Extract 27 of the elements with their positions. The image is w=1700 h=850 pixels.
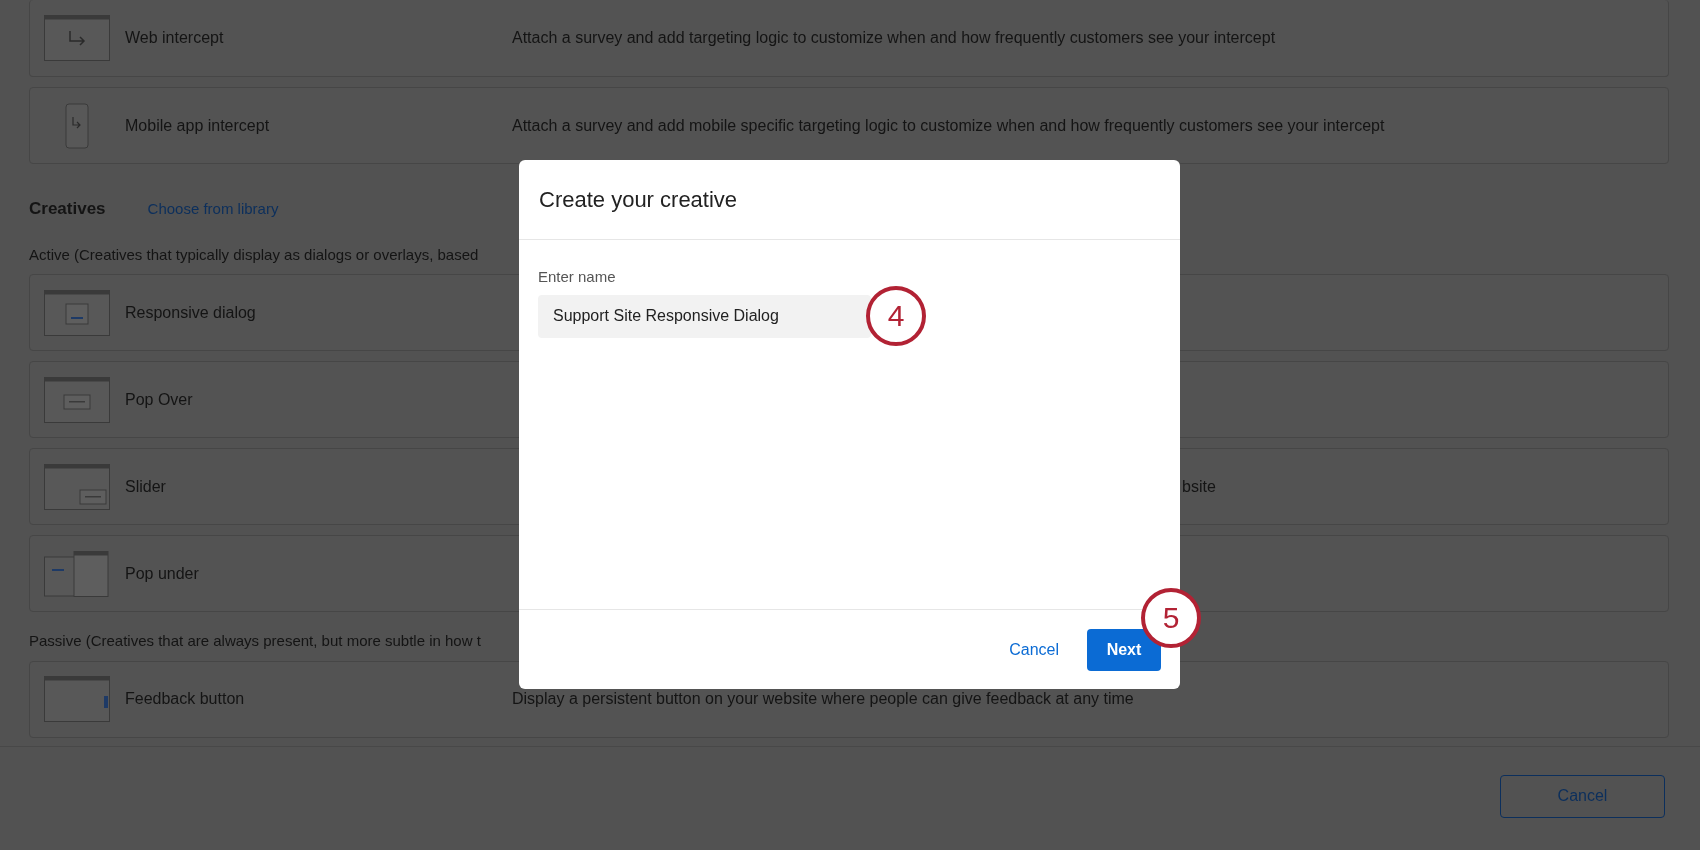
- option-card[interactable]: Mobile app intercept Attach a survey and add mobile specific targeting logic to customize when and how frequently customers see your intercept: [29, 87, 1669, 164]
- dialog-window-icon: [44, 289, 110, 336]
- section-note: Active (Creatives that typically display as dialogs or overlays, based: [29, 244, 479, 265]
- option-title: Feedback button: [125, 689, 246, 709]
- option-card[interactable]: Web intercept Attach a survey and add targeting logic to customize when and how frequently customers see your intercept: [29, 0, 1669, 77]
- feedback-tab-icon: [44, 676, 110, 722]
- dialog-cancel-button[interactable]: Cancel: [1009, 637, 1059, 662]
- option-title: Slider: [125, 476, 167, 497]
- name-field[interactable]: Support Site Responsive Dialog: [538, 294, 871, 338]
- option-title: Web intercept: [125, 28, 225, 48]
- option-description: Display a persistent button on your website where people can give feedback at any time: [512, 689, 1134, 709]
- popover-window-icon: [44, 376, 110, 423]
- slider-window-icon: [44, 463, 110, 510]
- option-title: Responsive dialog: [125, 302, 257, 323]
- option-description: Attach a survey and add mobile specific targeting logic to customize when and how frequently customers see your intercept: [512, 115, 1385, 136]
- option-description: Attach a survey and add targeting logic to customize when and how frequently customers see your intercept: [512, 28, 1276, 48]
- stacked-windows-icon: [44, 550, 110, 597]
- section-note: Passive (Creatives that are always present, but more subtle in how t: [29, 631, 481, 651]
- section-heading: Creatives: [29, 198, 106, 220]
- cancel-button[interactable]: Cancel: [1500, 774, 1665, 818]
- option-title: Mobile app intercept: [125, 115, 271, 136]
- library-link[interactable]: Choose from library: [147, 198, 279, 221]
- option-title: Pop under: [125, 563, 200, 584]
- dialog-title: Create your creative: [539, 186, 738, 214]
- option-title: Pop Over: [125, 389, 194, 410]
- option-description: bsite: [1182, 476, 1216, 497]
- next-button[interactable]: Next: [1087, 628, 1161, 671]
